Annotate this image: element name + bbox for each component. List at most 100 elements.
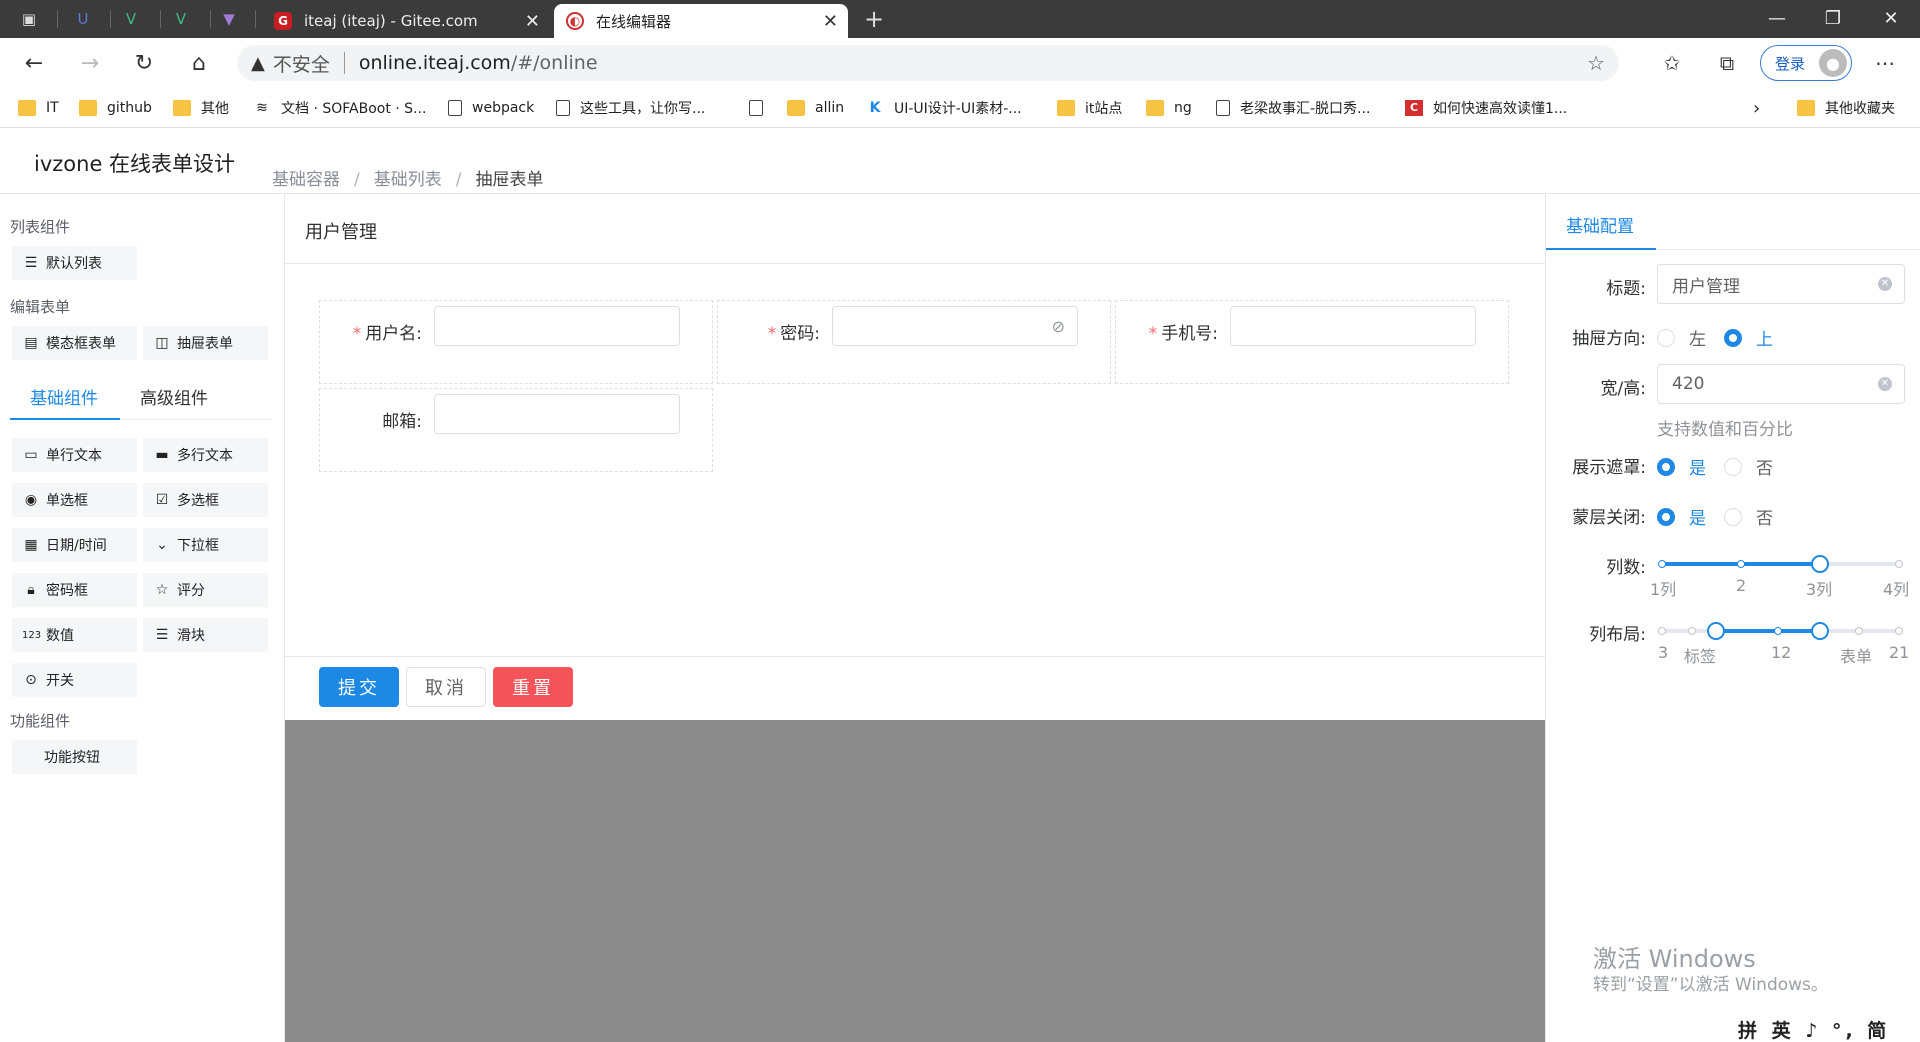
warning-icon[interactable]: ▲	[251, 53, 265, 74]
bookmark-folder[interactable]: github	[79, 96, 152, 120]
component-select[interactable]: ⌄ 下拉框	[143, 528, 268, 562]
form-field-password[interactable]: * 密码: ⊘	[717, 300, 1111, 384]
component-password[interactable]: 🔒︎ 密码框	[12, 573, 137, 607]
bookmark-folder-other[interactable]: 其他收藏夹	[1797, 96, 1895, 120]
component-radio[interactable]: ◉ 单选框	[12, 483, 137, 517]
drawer-mask-overlay[interactable]	[285, 720, 1545, 1042]
bookmark-link[interactable]: ≋ 文档 · SOFABoot · S...	[253, 96, 426, 120]
add-favorite-icon[interactable]: ☆	[1587, 51, 1605, 75]
checkbox-icon: ☑	[155, 492, 169, 508]
component-checkbox[interactable]: ☑ 多选框	[143, 483, 268, 517]
url-path: /#/online	[510, 52, 598, 74]
submit-button[interactable]: 提交	[319, 667, 399, 707]
vue-tab-icon[interactable]: V	[122, 10, 140, 28]
new-tab-icon[interactable]: +	[864, 7, 884, 31]
bookmark-link[interactable]	[749, 96, 773, 120]
component-default-list[interactable]: ☰ 默认列表	[12, 246, 137, 280]
component-label: 多行文本	[177, 448, 233, 464]
radio-icon: ◉	[24, 492, 38, 508]
size-input[interactable]: 420 ✕	[1657, 364, 1905, 404]
breadcrumb-item[interactable]: 基础容器	[272, 170, 340, 190]
phone-input[interactable]	[1230, 306, 1476, 346]
columns-slider-knob[interactable]	[1811, 555, 1829, 573]
bookmark-label: 其他	[201, 101, 229, 117]
restore-icon[interactable]: ❐	[1818, 6, 1848, 32]
favorites-icon[interactable]: ✩	[1657, 48, 1687, 78]
component-func-button[interactable]: 功能按钮	[12, 740, 137, 774]
forward-icon[interactable]: →	[74, 48, 106, 80]
form-field-username[interactable]: * 用户名:	[319, 300, 713, 384]
close-icon[interactable]: ✕	[525, 11, 540, 32]
title-input[interactable]: 用户管理 ✕	[1657, 264, 1905, 304]
bookmark-link[interactable]: 这些工具，让你写...	[556, 96, 705, 120]
radio-direction-left[interactable]: 左	[1657, 325, 1706, 350]
profile-login-button[interactable]: 登录 ●	[1760, 45, 1852, 81]
bookmarks-more-icon[interactable]: ›	[1753, 96, 1760, 120]
security-status[interactable]: 不安全	[273, 50, 330, 77]
radio-mask-no[interactable]: 否	[1724, 454, 1773, 479]
component-rate[interactable]: ☆ 评分	[143, 573, 268, 607]
bookmark-folder[interactable]: allin	[787, 96, 844, 120]
vue-tab-icon[interactable]: V	[172, 10, 190, 28]
email-input[interactable]	[434, 394, 680, 434]
radio-direction-top[interactable]: 上	[1724, 325, 1773, 350]
tab-online-editor[interactable]: ◐ 在线编辑器 ✕	[554, 4, 848, 38]
bookmark-link[interactable]: webpack	[448, 96, 534, 120]
bookmark-folder[interactable]: it站点	[1057, 96, 1122, 120]
radio-mask-yes[interactable]: 是	[1657, 454, 1706, 479]
breadcrumb-separator: /	[354, 170, 360, 190]
tab-basic-config[interactable]: 基础配置	[1566, 212, 1634, 237]
breadcrumb-item[interactable]: 基础列表	[374, 170, 442, 190]
slider-icon: ☰	[155, 627, 169, 643]
layout-slider-knob-end[interactable]	[1811, 622, 1829, 640]
bookmark-folder[interactable]: ng	[1146, 96, 1192, 120]
component-drawer-form[interactable]: ◫ 抽屉表单	[143, 326, 268, 360]
bookmark-folder[interactable]: IT	[18, 96, 59, 120]
radio-mask-close-yes[interactable]: 是	[1657, 504, 1706, 529]
password-input[interactable]: ⊘	[832, 306, 1078, 346]
tab-actions-icon[interactable]: ▣	[20, 10, 38, 28]
back-icon[interactable]: ←	[18, 48, 50, 80]
component-panel: 列表组件 ☰ 默认列表 编辑表单 ▤ 模态框表单 ◫ 抽屉表单 基础组件 高级组件 ▭…	[0, 194, 285, 1042]
component-textarea[interactable]: ▬ 多行文本	[143, 438, 268, 472]
address-bar[interactable]: ▲ 不安全 online.iteaj.com /#/online ☆	[237, 45, 1619, 81]
clear-icon[interactable]: ✕	[1878, 277, 1892, 291]
pinned-tab-icon[interactable]: U	[74, 10, 92, 28]
bookmark-link[interactable]: C 如何快速高效读懂1...	[1405, 96, 1567, 120]
home-icon[interactable]: ⌂	[183, 48, 215, 80]
component-modal-form[interactable]: ▤ 模态框表单	[12, 326, 137, 360]
ime-toolbar[interactable]: 拼 英 ♪ °, 简 ⚙	[1738, 1016, 1920, 1042]
bookmark-folder[interactable]: 其他	[173, 96, 229, 120]
tab-advanced-components[interactable]: 高级组件	[140, 384, 208, 424]
component-number[interactable]: 123 数值	[12, 618, 137, 652]
bookmark-link[interactable]: K UI-UI设计-UI素材-...	[866, 96, 1022, 120]
field-label: * 密码:	[768, 319, 820, 344]
more-icon[interactable]: ⋯	[1870, 48, 1900, 78]
mask-close-label: 蒙层关闭:	[1572, 508, 1646, 528]
window-close-icon[interactable]: ✕	[1876, 6, 1906, 32]
form-field-phone[interactable]: * 手机号:	[1115, 300, 1509, 384]
clear-icon[interactable]: ✕	[1878, 377, 1892, 391]
bookmark-link[interactable]: 老梁故事汇-脱口秀...	[1216, 96, 1370, 120]
collections-icon[interactable]: ⧉	[1712, 48, 1742, 78]
slider-stop	[1895, 560, 1903, 568]
form-field-email[interactable]: 邮箱:	[319, 388, 713, 472]
editor-icon: ◐	[566, 12, 584, 30]
reload-icon[interactable]: ↻	[128, 48, 160, 80]
component-switch[interactable]: ⊙ 开关	[12, 663, 137, 697]
reset-button[interactable]: 重置	[493, 667, 573, 707]
cancel-button[interactable]: 取消	[406, 667, 486, 707]
minimize-icon[interactable]: —	[1762, 6, 1792, 32]
slider-mark: 3	[1658, 643, 1669, 662]
layout-slider-knob-start[interactable]	[1707, 622, 1725, 640]
close-icon[interactable]: ✕	[823, 11, 838, 32]
component-datetime[interactable]: ▦ 日期/时间	[12, 528, 137, 562]
component-text-input[interactable]: ▭ 单行文本	[12, 438, 137, 472]
component-slider[interactable]: ☰ 滑块	[143, 618, 268, 652]
radio-mask-close-no[interactable]: 否	[1724, 504, 1773, 529]
vite-tab-icon[interactable]: ▼	[220, 10, 238, 28]
bookmark-label: webpack	[472, 100, 535, 116]
tab-gitee[interactable]: G iteaj (iteaj) - Gitee.com ✕	[262, 4, 550, 38]
username-input[interactable]	[434, 306, 680, 346]
eye-off-icon[interactable]: ⊘	[1052, 317, 1065, 336]
